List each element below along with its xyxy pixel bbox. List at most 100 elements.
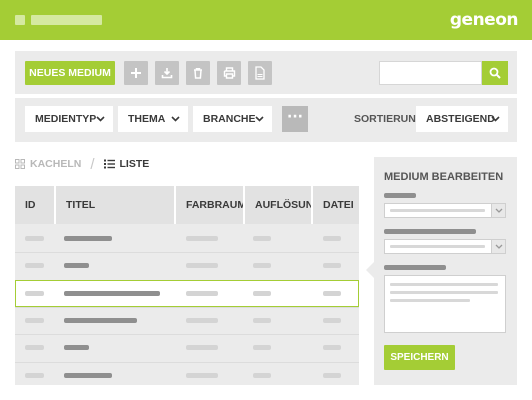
column-header-id[interactable]: ID (15, 186, 54, 224)
new-medium-button[interactable]: NEUES MEDIUM (25, 61, 115, 85)
file-placeholder (323, 373, 341, 378)
industry-label: BRANCHE (203, 113, 256, 125)
id-placeholder (25, 373, 44, 378)
top-bar: geneon (0, 0, 532, 40)
resolution-placeholder (253, 373, 271, 378)
field-label-placeholder (384, 193, 416, 198)
add-button[interactable] (124, 61, 148, 85)
select-value-placeholder (390, 245, 485, 248)
chevron-down-icon (171, 116, 180, 122)
filter-bar: MEDIENTYP THEMA BRANCHE ··· SORTIERUNG A… (15, 98, 517, 142)
csv-file-icon (255, 66, 265, 80)
sort-value: ABSTEIGEND (426, 113, 495, 125)
id-placeholder (25, 236, 44, 241)
chevron-down-icon (495, 244, 502, 249)
download-icon (161, 68, 173, 79)
more-filters-button[interactable]: ··· (282, 106, 308, 132)
colorspace-placeholder (186, 291, 218, 296)
chevron-down-icon (96, 116, 105, 122)
view-separator: / (90, 155, 95, 173)
table-row[interactable] (15, 225, 359, 252)
colorspace-placeholder (186, 318, 218, 323)
print-button[interactable] (217, 61, 241, 85)
edit-textarea-field[interactable] (384, 275, 506, 333)
industry-select[interactable]: BRANCHE (193, 106, 272, 132)
select-arrow (491, 240, 505, 253)
resolution-placeholder (253, 236, 271, 241)
file-placeholder (323, 263, 341, 268)
resolution-placeholder (253, 263, 271, 268)
table-row-selected[interactable] (15, 280, 359, 307)
save-button[interactable]: SPEICHERN (384, 345, 455, 370)
resolution-placeholder (253, 345, 271, 350)
view-tiles-label: KACHELN (30, 158, 82, 170)
toolbar: NEUES MEDIUM (15, 51, 517, 94)
view-tiles-option[interactable]: KACHELN (15, 158, 81, 170)
edit-panel-title: MEDIUM BEARBEITEN (384, 171, 504, 183)
theme-select[interactable]: THEMA (118, 106, 188, 132)
text-line-placeholder (390, 283, 498, 286)
search-icon (489, 67, 501, 79)
view-list-option[interactable]: LISTE (103, 158, 150, 170)
text-line-placeholder (390, 299, 470, 302)
select-value-placeholder (390, 209, 485, 212)
text-line-placeholder (390, 291, 498, 294)
title-placeholder (64, 291, 160, 296)
search-input[interactable] (379, 61, 482, 85)
colorspace-placeholder (186, 236, 218, 241)
column-header-resolution[interactable]: AUFLÖSUNG (245, 186, 322, 224)
id-placeholder (25, 345, 44, 350)
trash-icon (194, 68, 202, 79)
delete-button[interactable] (186, 61, 210, 85)
table-row[interactable] (15, 252, 359, 279)
title-placeholder (64, 318, 137, 323)
file-placeholder (323, 318, 341, 323)
download-button[interactable] (155, 61, 179, 85)
menu-square-placeholder (15, 15, 25, 25)
file-placeholder (323, 236, 341, 241)
id-placeholder (25, 263, 44, 268)
id-placeholder (25, 291, 44, 296)
sort-select[interactable]: ABSTEIGEND (416, 106, 508, 132)
title-placeholder (64, 263, 89, 268)
search-button[interactable] (482, 61, 508, 85)
table-row[interactable] (15, 334, 359, 361)
colorspace-placeholder (186, 373, 218, 378)
title-placeholder (64, 345, 89, 350)
title-placeholder (64, 373, 112, 378)
edit-select-field[interactable] (384, 239, 506, 254)
resolution-placeholder (253, 318, 271, 323)
media-type-select[interactable]: MEDIENTYP (25, 106, 113, 132)
logo[interactable]: geneon (450, 10, 519, 30)
edit-select-field[interactable] (384, 203, 506, 218)
chevron-down-icon (491, 116, 500, 122)
field-label-placeholder (384, 265, 446, 270)
table-row[interactable] (15, 307, 359, 334)
resolution-placeholder (253, 291, 271, 296)
id-placeholder (25, 318, 44, 323)
table-row[interactable] (15, 362, 359, 389)
file-placeholder (323, 291, 341, 296)
edit-panel-pointer (366, 262, 374, 278)
title-placeholder (64, 236, 112, 241)
media-type-label: MEDIENTYP (35, 113, 97, 125)
file-placeholder (323, 345, 341, 350)
sort-label: SORTIERUNG (354, 113, 425, 125)
colorspace-placeholder (186, 263, 218, 268)
column-header-title[interactable]: TITEL (56, 186, 174, 224)
grid-icon (15, 159, 25, 169)
view-list-label: LISTE (119, 158, 150, 170)
view-toggle: KACHELN / LISTE (15, 155, 150, 173)
nav-text-placeholder (31, 15, 102, 25)
print-icon (223, 67, 235, 79)
theme-label: THEMA (128, 113, 166, 125)
column-header-colorspace[interactable]: FARBRAUM (176, 186, 246, 224)
chevron-down-icon (255, 116, 264, 122)
column-header-file[interactable]: DATEI (313, 186, 359, 224)
colorspace-placeholder (186, 345, 218, 350)
field-label-placeholder (384, 229, 476, 234)
chevron-down-icon (495, 208, 502, 213)
export-csv-button[interactable] (248, 61, 272, 85)
edit-medium-panel: MEDIUM BEARBEITEN SPEICHERN (374, 157, 517, 385)
select-arrow (491, 204, 505, 217)
